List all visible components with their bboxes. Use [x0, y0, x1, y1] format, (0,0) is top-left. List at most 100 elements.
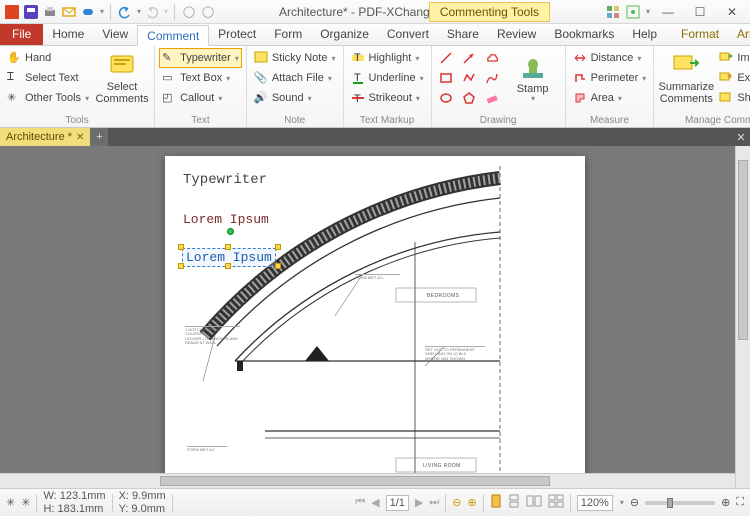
- resize-handle[interactable]: [225, 263, 231, 269]
- launch-icon[interactable]: [605, 4, 621, 20]
- distance-tool[interactable]: Distance▾: [570, 48, 650, 68]
- print-icon[interactable]: [42, 4, 58, 20]
- tab-comment[interactable]: Comment: [137, 25, 209, 46]
- close-all-button[interactable]: ✕: [732, 128, 750, 146]
- tab-format[interactable]: Format: [672, 24, 728, 45]
- polyline-tool[interactable]: [459, 68, 480, 88]
- nav-back-icon[interactable]: ◯: [181, 4, 197, 20]
- select-text-tool[interactable]: ᏆSelect Text: [4, 68, 92, 88]
- resize-handle[interactable]: [275, 263, 281, 269]
- minimize-button[interactable]: —: [654, 3, 682, 21]
- eraser-tool[interactable]: [482, 88, 503, 108]
- save-icon[interactable]: [23, 4, 39, 20]
- speaker-icon: 🔊: [254, 91, 269, 106]
- email-icon[interactable]: [61, 4, 77, 20]
- sticky-note-tool[interactable]: Sticky Note▾: [251, 48, 339, 68]
- options-gear-icon[interactable]: ✳: [6, 496, 15, 509]
- callout-tool[interactable]: ◰Callout▾: [159, 88, 242, 108]
- rect-tool[interactable]: [436, 68, 457, 88]
- page-number-field[interactable]: 1/1: [386, 495, 409, 511]
- zoom-out-circle-icon[interactable]: ⊖: [452, 496, 461, 509]
- strikeout-tool[interactable]: TStrikeout▾: [348, 88, 427, 108]
- perimeter-tool[interactable]: Perimeter▾: [570, 68, 650, 88]
- nav-fwd-icon[interactable]: ◯: [200, 4, 216, 20]
- zoom-in-circle-icon[interactable]: ⊕: [467, 496, 476, 509]
- show-button[interactable]: Show▾: [716, 88, 750, 108]
- page-last-icon[interactable]: ⏭: [429, 496, 439, 509]
- document-tab-close[interactable]: ✕: [76, 132, 84, 143]
- resize-handle[interactable]: [225, 244, 231, 250]
- zoom-out-icon[interactable]: ⊖: [630, 496, 639, 509]
- tab-bookmarks[interactable]: Bookmarks: [545, 24, 623, 45]
- tab-organize[interactable]: Organize: [311, 24, 378, 45]
- other-tools[interactable]: ✳Other Tools▾: [4, 88, 92, 108]
- options-tool-icon[interactable]: ✳: [21, 496, 30, 509]
- typewriter-tool[interactable]: ✎Typewriter▾: [159, 48, 242, 68]
- document-tab-label: Architecture *: [6, 131, 72, 143]
- tab-share[interactable]: Share: [438, 24, 488, 45]
- rotate-handle[interactable]: [227, 228, 234, 235]
- annotation-lorem-1[interactable]: Lorem Ipsum: [183, 212, 269, 227]
- file-menu[interactable]: File: [0, 24, 43, 45]
- stamp-button[interactable]: Stamp▾: [505, 48, 561, 110]
- line-tool[interactable]: [436, 48, 457, 68]
- fullscreen-icon[interactable]: ⛶: [736, 496, 744, 509]
- area-tool[interactable]: Area▾: [570, 88, 650, 108]
- add-tab-button[interactable]: +: [90, 128, 108, 146]
- horizontal-scrollbar[interactable]: [0, 473, 735, 488]
- zoom-in-icon[interactable]: ⊕: [721, 496, 730, 509]
- highlight-tool[interactable]: THighlight▾: [348, 48, 427, 68]
- vertical-scrollbar[interactable]: [735, 146, 750, 488]
- resize-handle[interactable]: [178, 244, 184, 250]
- resize-handle[interactable]: [178, 263, 184, 269]
- resize-handle[interactable]: [275, 244, 281, 250]
- redo-drop-icon[interactable]: ▾: [164, 7, 168, 16]
- pencil-tool[interactable]: [482, 68, 503, 88]
- scan-icon[interactable]: [80, 4, 96, 20]
- underline-tool[interactable]: TUnderline▾: [348, 68, 427, 88]
- oval-tool[interactable]: [436, 88, 457, 108]
- summarize-button[interactable]: Summarize Comments: [658, 48, 714, 110]
- layout-facing-icon[interactable]: [526, 494, 542, 511]
- textbox-tool[interactable]: ▭Text Box▾: [159, 68, 242, 88]
- tab-view[interactable]: View: [93, 24, 137, 45]
- zoom-drop-icon[interactable]: ▾: [620, 498, 624, 507]
- tab-help[interactable]: Help: [623, 24, 666, 45]
- arrow-tool[interactable]: [459, 48, 480, 68]
- document-tab[interactable]: Architecture * ✕: [0, 128, 90, 146]
- zoom-select[interactable]: 120%: [577, 495, 613, 511]
- export-button[interactable]: Export: [716, 68, 750, 88]
- ui-drop-icon[interactable]: ▾: [646, 7, 650, 16]
- redo-icon[interactable]: [144, 4, 160, 20]
- tab-convert[interactable]: Convert: [378, 24, 438, 45]
- tab-home[interactable]: Home: [43, 24, 93, 45]
- cloud-tool[interactable]: [482, 48, 503, 68]
- callout-note: FORM MET AC-: [355, 274, 400, 280]
- maximize-button[interactable]: ☐: [686, 3, 714, 21]
- import-button[interactable]: Import: [716, 48, 750, 68]
- tab-form[interactable]: Form: [265, 24, 311, 45]
- select-comments-button[interactable]: Select Comments: [94, 48, 150, 110]
- ui-icon[interactable]: [625, 4, 641, 20]
- undo-drop-icon[interactable]: ▾: [137, 7, 141, 16]
- layout-single-icon[interactable]: [490, 494, 502, 511]
- page-next-icon[interactable]: ▶: [415, 496, 423, 509]
- polygon-tool[interactable]: [459, 88, 480, 108]
- qa-dropdown-icon[interactable]: ▾: [100, 7, 104, 16]
- close-button[interactable]: ✕: [718, 3, 746, 21]
- tab-protect[interactable]: Protect: [209, 24, 265, 45]
- hand-tool[interactable]: ✋Hand: [4, 48, 92, 68]
- tab-review[interactable]: Review: [488, 24, 545, 45]
- sticky-icon: [254, 51, 269, 66]
- undo-icon[interactable]: [117, 4, 133, 20]
- tab-arrange[interactable]: Arrange: [728, 24, 750, 45]
- document-canvas[interactable]: Typewriter Lorem Ipsum Lorem Ipsum BEDRO…: [0, 146, 750, 488]
- sound-tool[interactable]: 🔊Sound▾: [251, 88, 339, 108]
- zoom-slider[interactable]: [645, 501, 715, 505]
- layout-continuous-icon[interactable]: [508, 494, 520, 511]
- attach-file-tool[interactable]: 📎Attach File▾: [251, 68, 339, 88]
- page-first-icon[interactable]: ⏮: [355, 496, 365, 509]
- layout-cont-facing-icon[interactable]: [548, 494, 564, 511]
- page-prev-icon[interactable]: ◀: [371, 496, 379, 509]
- commenting-tools-context-tab[interactable]: Commenting Tools: [429, 2, 550, 22]
